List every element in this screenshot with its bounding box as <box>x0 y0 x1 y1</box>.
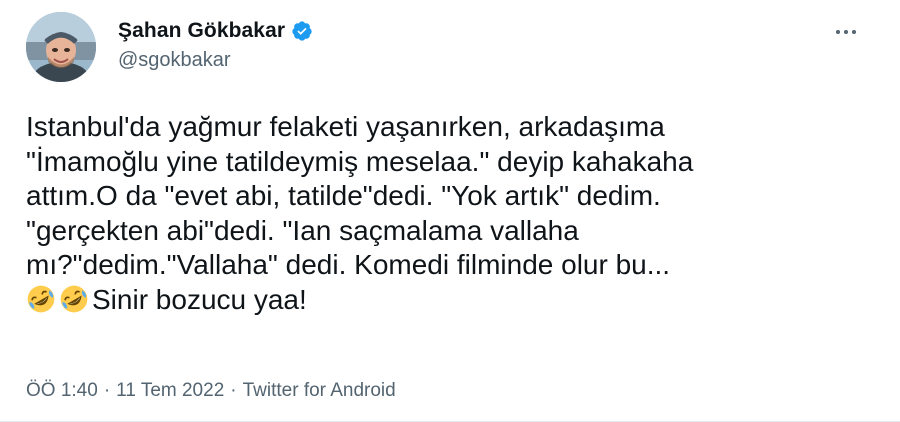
meta-separator: · <box>103 380 111 401</box>
rolling-on-floor-laughing-icon <box>26 284 56 314</box>
tweet-text-line: mı?"dedim."Vallaha" dedi. Komedi filmind… <box>26 249 671 280</box>
tweet-text-line: "gerçekten abi"dedi. "Ian saçmalama vall… <box>26 214 579 246</box>
tweet-meta: ÖÖ 1:40 · 11 Tem 2022 · Twitter for Android <box>26 380 396 402</box>
tweet-time[interactable]: ÖÖ 1:40 <box>26 380 98 401</box>
tweet-source[interactable]: Twitter for Android <box>243 380 396 401</box>
author-info: Şahan Gökbakar @sgokbakar <box>118 17 313 72</box>
tweet-text-last-line: Sinir bozucu yaa! <box>26 283 876 318</box>
avatar-image <box>26 12 96 82</box>
tweet-text-line: Istanbul'da yağmur felaketi yaşanırken, … <box>26 111 665 142</box>
tweet-header: Şahan Gökbakar @sgokbakar <box>26 12 880 84</box>
more-dot-icon <box>852 30 856 34</box>
tweet-card: Şahan Gökbakar @sgokbakar Istanbul'da ya… <box>0 0 900 422</box>
rolling-on-floor-laughing-icon <box>59 284 89 314</box>
meta-separator: · <box>230 380 237 401</box>
tweet-text: Istanbul'da yağmur felaketi yaşanırken, … <box>26 110 876 317</box>
more-options-button[interactable] <box>828 22 864 42</box>
avatar[interactable] <box>26 12 96 82</box>
tweet-date[interactable]: 11 Tem 2022 <box>116 380 224 401</box>
verified-badge-icon <box>291 20 313 42</box>
author-name-row: Şahan Gökbakar <box>118 17 313 45</box>
tweet-text-line: "İmamoğlu yine tatildeymiş meselaa." dey… <box>26 145 694 177</box>
tweet-text-line: attım.O da "evet abi, tatilde"dedi. "Yok… <box>26 180 661 211</box>
author-handle[interactable]: @sgokbakar <box>118 49 313 72</box>
author-display-name[interactable]: Şahan Gökbakar <box>118 19 285 43</box>
more-dot-icon <box>844 30 848 34</box>
more-dot-icon <box>836 30 840 34</box>
tweet-text-last-line-text: Sinir bozucu yaa! <box>92 283 307 315</box>
